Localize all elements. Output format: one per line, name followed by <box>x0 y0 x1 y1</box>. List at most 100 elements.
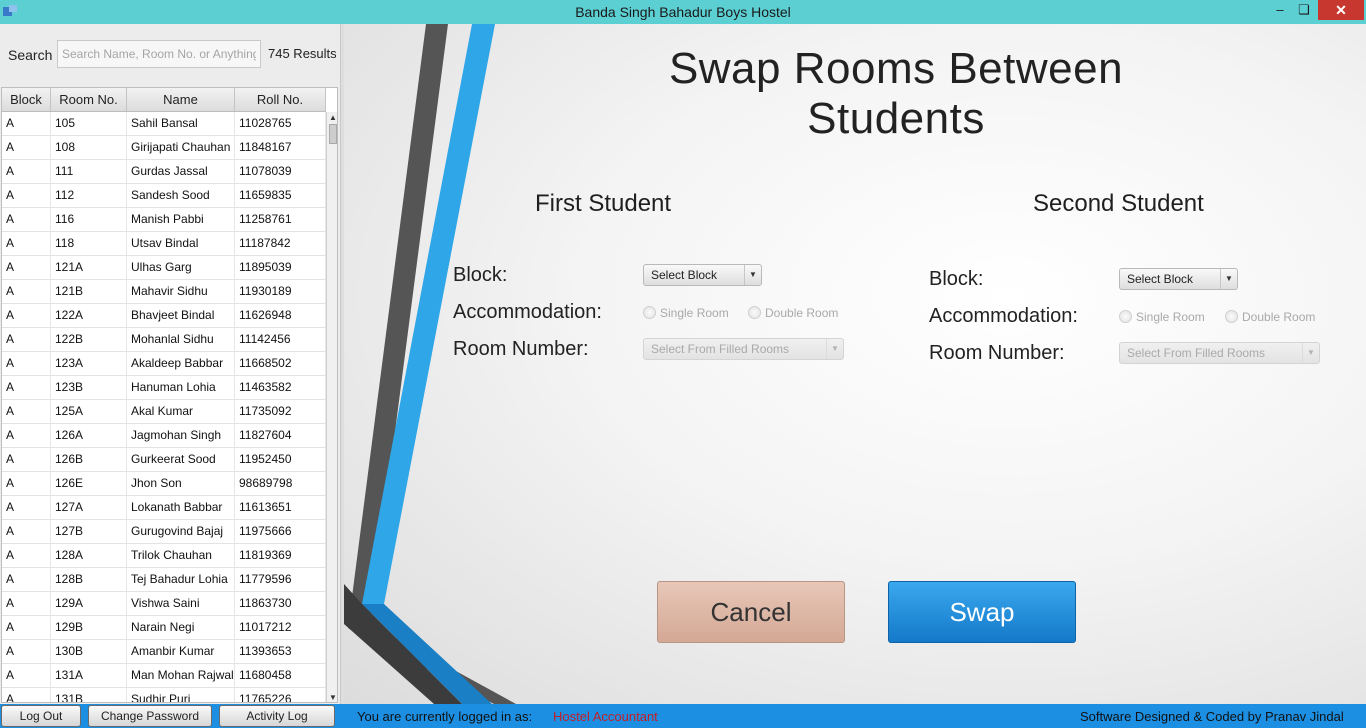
roll-cell: 11952450 <box>235 448 326 471</box>
table-row[interactable]: A 130B Amanbir Kumar 11393653 <box>2 640 326 664</box>
block-cell: A <box>2 592 51 615</box>
room-cell: 129A <box>51 592 127 615</box>
room-cell: 118 <box>51 232 127 255</box>
block-cell: A <box>2 184 51 207</box>
block-cell: A <box>2 664 51 687</box>
roll-cell: 11779596 <box>235 568 326 591</box>
block-cell: A <box>2 304 51 327</box>
developer-credit: Software Designed & Coded by Pranav Jind… <box>1080 709 1344 724</box>
table-row[interactable]: A 129A Vishwa Saini 11863730 <box>2 592 326 616</box>
second-block-select[interactable]: Select Block ▼ <box>1119 268 1238 290</box>
second-double-room-radio[interactable]: Double Room <box>1225 310 1315 324</box>
chevron-down-icon: ▼ <box>826 339 843 359</box>
block-cell: A <box>2 160 51 183</box>
title-bar: Banda Singh Bahadur Boys Hostel – ❏ ✕ <box>0 0 1366 24</box>
maximize-button[interactable]: ❏ <box>1292 0 1316 20</box>
table-row[interactable]: A 111 Gurdas Jassal 11078039 <box>2 160 326 184</box>
block-cell: A <box>2 136 51 159</box>
table-row[interactable]: A 127A Lokanath Babbar 11613651 <box>2 496 326 520</box>
second-single-room-radio[interactable]: Single Room <box>1119 310 1205 324</box>
table-row[interactable]: A 123A Akaldeep Babbar 11668502 <box>2 352 326 376</box>
column-header-name[interactable]: Name <box>127 88 235 111</box>
table-row[interactable]: A 122A Bhavjeet Bindal 11626948 <box>2 304 326 328</box>
minimize-button[interactable]: – <box>1268 0 1292 20</box>
roll-cell: 11626948 <box>235 304 326 327</box>
first-accommodation-label: Accommodation: <box>453 301 602 323</box>
name-cell: Narain Negi <box>127 616 235 639</box>
table-row[interactable]: A 129B Narain Negi 11017212 <box>2 616 326 640</box>
table-row[interactable]: A 126E Jhon Son 98689798 <box>2 472 326 496</box>
table-row[interactable]: A 126B Gurkeerat Sood 11952450 <box>2 448 326 472</box>
column-header-roll[interactable]: Roll No. <box>235 88 326 111</box>
table-row[interactable]: A 122B Mohanlal Sidhu 11142456 <box>2 328 326 352</box>
roll-cell: 11819369 <box>235 544 326 567</box>
block-cell: A <box>2 472 51 495</box>
room-cell: 123A <box>51 352 127 375</box>
logout-button[interactable]: Log Out <box>1 705 81 727</box>
column-header-room[interactable]: Room No. <box>51 88 127 111</box>
first-block-select[interactable]: Select Block ▼ <box>643 264 762 286</box>
block-cell: A <box>2 424 51 447</box>
roll-cell: 11765226 <box>235 688 326 702</box>
column-header-block[interactable]: Block <box>2 88 51 111</box>
activity-log-button[interactable]: Activity Log <box>219 705 335 727</box>
block-cell: A <box>2 616 51 639</box>
first-double-room-radio[interactable]: Double Room <box>748 306 838 320</box>
table-row[interactable]: A 118 Utsav Bindal 11187842 <box>2 232 326 256</box>
name-cell: Ulhas Garg <box>127 256 235 279</box>
table-row[interactable]: A 126A Jagmohan Singh 11827604 <box>2 424 326 448</box>
table-body: A 105 Sahil Bansal 11028765 A 108 Girijapati C… <box>2 112 326 702</box>
name-cell: Sahil Bansal <box>127 112 235 135</box>
search-input[interactable] <box>57 40 261 68</box>
table-row[interactable]: A 128A Trilok Chauhan 11819369 <box>2 544 326 568</box>
roll-cell: 11142456 <box>235 328 326 351</box>
cancel-button[interactable]: Cancel <box>657 581 845 643</box>
block-cell: A <box>2 520 51 543</box>
roll-cell: 11735092 <box>235 400 326 423</box>
table-row[interactable]: A 127B Gurugovind Bajaj 11975666 <box>2 520 326 544</box>
table-row[interactable]: A 105 Sahil Bansal 11028765 <box>2 112 326 136</box>
chevron-down-icon: ▼ <box>1302 343 1319 363</box>
room-cell: 112 <box>51 184 127 207</box>
table-row[interactable]: A 131B Sudhir Puri 11765226 <box>2 688 326 702</box>
change-password-button[interactable]: Change Password <box>88 705 212 727</box>
scroll-up-icon[interactable]: ▲ <box>327 112 337 124</box>
table-scrollbar[interactable]: ▲ ▼ <box>326 112 337 702</box>
second-room-number-select[interactable]: Select From Filled Rooms ▼ <box>1119 342 1320 364</box>
block-cell: A <box>2 352 51 375</box>
table-row[interactable]: A 121B Mahavir Sidhu 11930189 <box>2 280 326 304</box>
roll-cell: 11017212 <box>235 616 326 639</box>
close-button[interactable]: ✕ <box>1318 0 1364 20</box>
room-cell: 128B <box>51 568 127 591</box>
name-cell: Amanbir Kumar <box>127 640 235 663</box>
name-cell: Akal Kumar <box>127 400 235 423</box>
window-title: Banda Singh Bahadur Boys Hostel <box>575 4 791 20</box>
room-cell: 122B <box>51 328 127 351</box>
table-row[interactable]: A 128B Tej Bahadur Lohia 11779596 <box>2 568 326 592</box>
first-single-room-radio[interactable]: Single Room <box>643 306 729 320</box>
table-row[interactable]: A 131A Man Mohan Rajwal 11680458 <box>2 664 326 688</box>
table-row[interactable]: A 125A Akal Kumar 11735092 <box>2 400 326 424</box>
first-block-select-value: Select Block <box>651 268 718 282</box>
scroll-down-icon[interactable]: ▼ <box>327 692 337 702</box>
name-cell: Gurugovind Bajaj <box>127 520 235 543</box>
table-row[interactable]: A 112 Sandesh Sood 11659835 <box>2 184 326 208</box>
first-room-number-label: Room Number: <box>453 338 589 360</box>
table-row[interactable]: A 121A Ulhas Garg 11895039 <box>2 256 326 280</box>
roll-cell: 11393653 <box>235 640 326 663</box>
roll-cell: 11930189 <box>235 280 326 303</box>
block-cell: A <box>2 568 51 591</box>
room-cell: 131B <box>51 688 127 702</box>
table-row[interactable]: A 123B Hanuman Lohia 11463582 <box>2 376 326 400</box>
decorative-ribbons <box>344 24 516 704</box>
table-row[interactable]: A 108 Girijapati Chauhan 11848167 <box>2 136 326 160</box>
first-room-number-select[interactable]: Select From Filled Rooms ▼ <box>643 338 844 360</box>
block-cell: A <box>2 640 51 663</box>
scroll-thumb[interactable] <box>329 124 337 144</box>
first-room-select-value: Select From Filled Rooms <box>651 342 790 356</box>
block-cell: A <box>2 208 51 231</box>
swap-button[interactable]: Swap <box>888 581 1076 643</box>
roll-cell: 11028765 <box>235 112 326 135</box>
roll-cell: 11463582 <box>235 376 326 399</box>
table-row[interactable]: A 116 Manish Pabbi 11258761 <box>2 208 326 232</box>
